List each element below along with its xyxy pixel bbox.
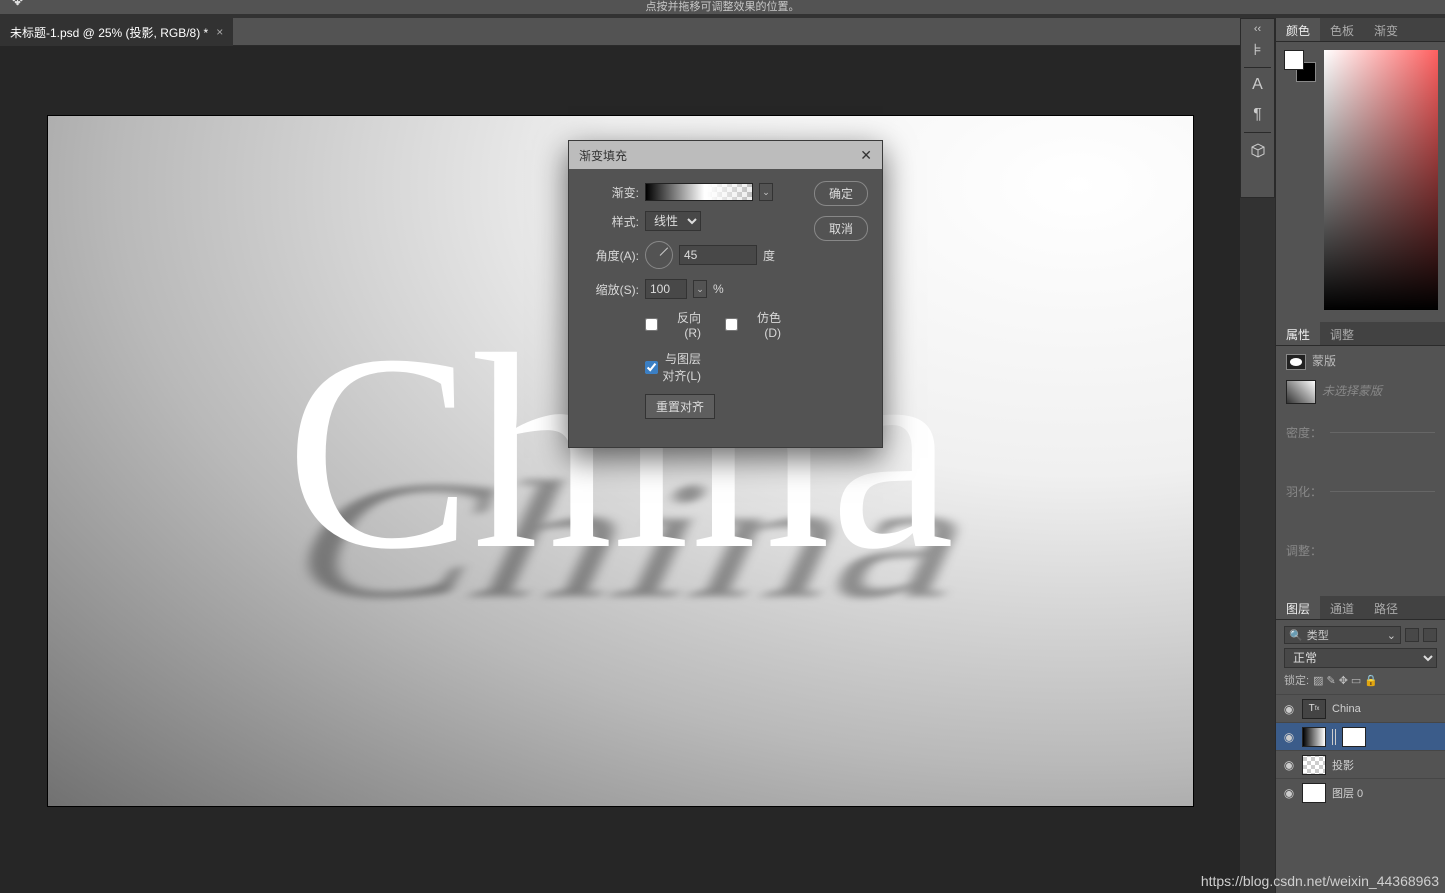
color-panel (1276, 42, 1445, 322)
character-icon[interactable]: A (1243, 70, 1273, 100)
tab-swatches[interactable]: 色板 (1320, 18, 1364, 41)
fg-bg-swatch[interactable] (1284, 50, 1316, 82)
filter-adj-icon[interactable] (1423, 628, 1437, 642)
align-checkbox[interactable]: 与图层对齐(L) (645, 350, 701, 384)
layer-thumb-trans (1302, 755, 1326, 775)
angle-unit: 度 (763, 247, 775, 264)
mask-thumb[interactable] (1286, 380, 1316, 404)
angle-dial[interactable] (645, 241, 673, 269)
no-mask-text: 未选择蒙版 (1322, 384, 1382, 398)
color-panel-tabs: 颜色 色板 渐变 (1276, 18, 1445, 42)
gradient-preview[interactable] (645, 183, 753, 201)
lock-pos-icon[interactable]: ✥ (1339, 674, 1348, 687)
collapsed-panel-strip: ‹‹ ⊧ A ¶ (1240, 18, 1275, 198)
scale-label: 缩放(S): (583, 281, 639, 298)
dialog-title: 渐变填充 (579, 147, 627, 164)
layers-panel: 🔍 类型 ⌄ 正常 锁定: ▨ ✎ ✥ ▭ 🔒 (1276, 620, 1445, 893)
layer-row[interactable]: ◉ 投影 (1276, 750, 1445, 778)
3d-icon[interactable] (1243, 135, 1273, 165)
gradient-fill-dialog: 渐变填充 ✕ 确定 取消 渐变: ⌄ 样式: 线性 角度(A): 度 缩放(S)… (568, 140, 883, 448)
document-tab-title: 未标题-1.psd @ 25% (投影, RGB/8) * (10, 24, 208, 41)
filter-pixel-icon[interactable] (1405, 628, 1419, 642)
layer-name[interactable]: 图层 0 (1332, 785, 1363, 801)
right-panel-column: 颜色 色板 渐变 属性 调整 蒙版 未选择蒙版 密度： 羽化： 调整： 图层 通… (1275, 18, 1445, 893)
mask-icon (1286, 354, 1306, 370)
layer-thumb-text: Tfx (1302, 699, 1326, 719)
tab-gradients[interactable]: 渐变 (1364, 18, 1408, 41)
link-icon (1332, 729, 1336, 745)
document-tab-bar: 未标题-1.psd @ 25% (投影, RGB/8) * × (0, 18, 1275, 46)
tab-channels[interactable]: 通道 (1320, 596, 1364, 619)
scale-unit: % (713, 282, 724, 296)
paragraph-icon[interactable]: ¶ (1243, 100, 1273, 130)
layer-list: ◉ Tfx China ◉ ◉ 投影 ◉ 图层 0 (1276, 694, 1445, 889)
dither-checkbox[interactable]: 仿色(D) (725, 309, 781, 340)
properties-panel: 蒙版 未选择蒙版 密度： 羽化： 调整： (1276, 346, 1445, 596)
visibility-icon[interactable]: ◉ (1282, 758, 1296, 772)
visibility-icon[interactable]: ◉ (1282, 730, 1296, 744)
layer-row[interactable]: ◉ 图层 0 (1276, 778, 1445, 806)
density-label: 密度： (1286, 424, 1322, 441)
layer-mask-thumb (1342, 727, 1366, 747)
move-tool-icon[interactable]: ✥ (10, 0, 25, 6)
watermark: https://blog.csdn.net/weixin_44368963 (1201, 873, 1439, 889)
scale-input[interactable] (645, 279, 687, 299)
angle-input[interactable] (679, 245, 757, 265)
hint-bar: ✥ 点按并拖移可调整效果的位置。 (0, 0, 1445, 14)
layer-thumb-white (1302, 783, 1326, 803)
dialog-body: 确定 取消 渐变: ⌄ 样式: 线性 角度(A): 度 缩放(S): ⌄ % 反 (569, 169, 882, 447)
style-label: 样式: (583, 213, 639, 230)
reset-align-button[interactable]: 重置对齐 (645, 394, 715, 419)
search-icon: 🔍 (1289, 629, 1303, 642)
layer-name[interactable]: China (1332, 703, 1361, 715)
layers-panel-tabs: 图层 通道 路径 (1276, 596, 1445, 620)
document-tab[interactable]: 未标题-1.psd @ 25% (投影, RGB/8) * × (0, 18, 233, 46)
lock-all-icon[interactable]: 🔒 (1364, 674, 1378, 687)
layer-filter-kind[interactable]: 🔍 类型 ⌄ (1284, 626, 1401, 644)
gradient-label: 渐变: (583, 184, 639, 201)
ok-button[interactable]: 确定 (814, 181, 868, 206)
close-icon[interactable]: ✕ (860, 147, 872, 164)
dialog-titlebar[interactable]: 渐变填充 ✕ (569, 141, 882, 169)
feather-label: 羽化： (1286, 483, 1322, 500)
hint-text: 点按并拖移可调整效果的位置。 (646, 1, 800, 13)
lock-icons-group: ▨ ✎ ✥ ▭ 🔒 (1313, 674, 1378, 687)
tab-adjustments[interactable]: 调整 (1320, 322, 1364, 345)
scale-dropdown-icon[interactable]: ⌄ (693, 280, 707, 298)
style-select[interactable]: 线性 (645, 211, 701, 231)
color-picker-field[interactable] (1324, 50, 1438, 310)
blend-mode-select[interactable]: 正常 (1284, 648, 1437, 668)
layer-name[interactable]: 投影 (1332, 757, 1354, 773)
layer-row[interactable]: ◉ (1276, 722, 1445, 750)
layer-thumb-gradient (1302, 727, 1326, 747)
fg-color-swatch[interactable] (1284, 50, 1304, 70)
lock-trans-icon[interactable]: ▨ (1313, 674, 1323, 687)
tab-paths[interactable]: 路径 (1364, 596, 1408, 619)
ruler-icon[interactable]: ⊧ (1243, 35, 1273, 65)
layer-row[interactable]: ◉ Tfx China (1276, 694, 1445, 722)
close-icon[interactable]: × (216, 25, 223, 39)
angle-label: 角度(A): (583, 247, 639, 264)
lock-nest-icon[interactable]: ▭ (1351, 674, 1361, 687)
lock-label: 锁定: (1284, 672, 1309, 688)
reverse-checkbox[interactable]: 反向(R) (645, 309, 701, 340)
mask-label: 蒙版 (1312, 354, 1336, 368)
gradient-dropdown-icon[interactable]: ⌄ (759, 183, 773, 201)
lock-paint-icon[interactable]: ✎ (1326, 674, 1335, 687)
properties-panel-tabs: 属性 调整 (1276, 322, 1445, 346)
visibility-icon[interactable]: ◉ (1282, 786, 1296, 800)
cancel-button[interactable]: 取消 (814, 216, 868, 241)
tab-layers[interactable]: 图层 (1276, 596, 1320, 619)
tab-color[interactable]: 颜色 (1276, 18, 1320, 41)
visibility-icon[interactable]: ◉ (1282, 702, 1296, 716)
refine-label: 调整： (1286, 542, 1322, 559)
collapse-icon[interactable]: ‹‹ (1254, 23, 1261, 35)
tab-properties[interactable]: 属性 (1276, 322, 1320, 345)
